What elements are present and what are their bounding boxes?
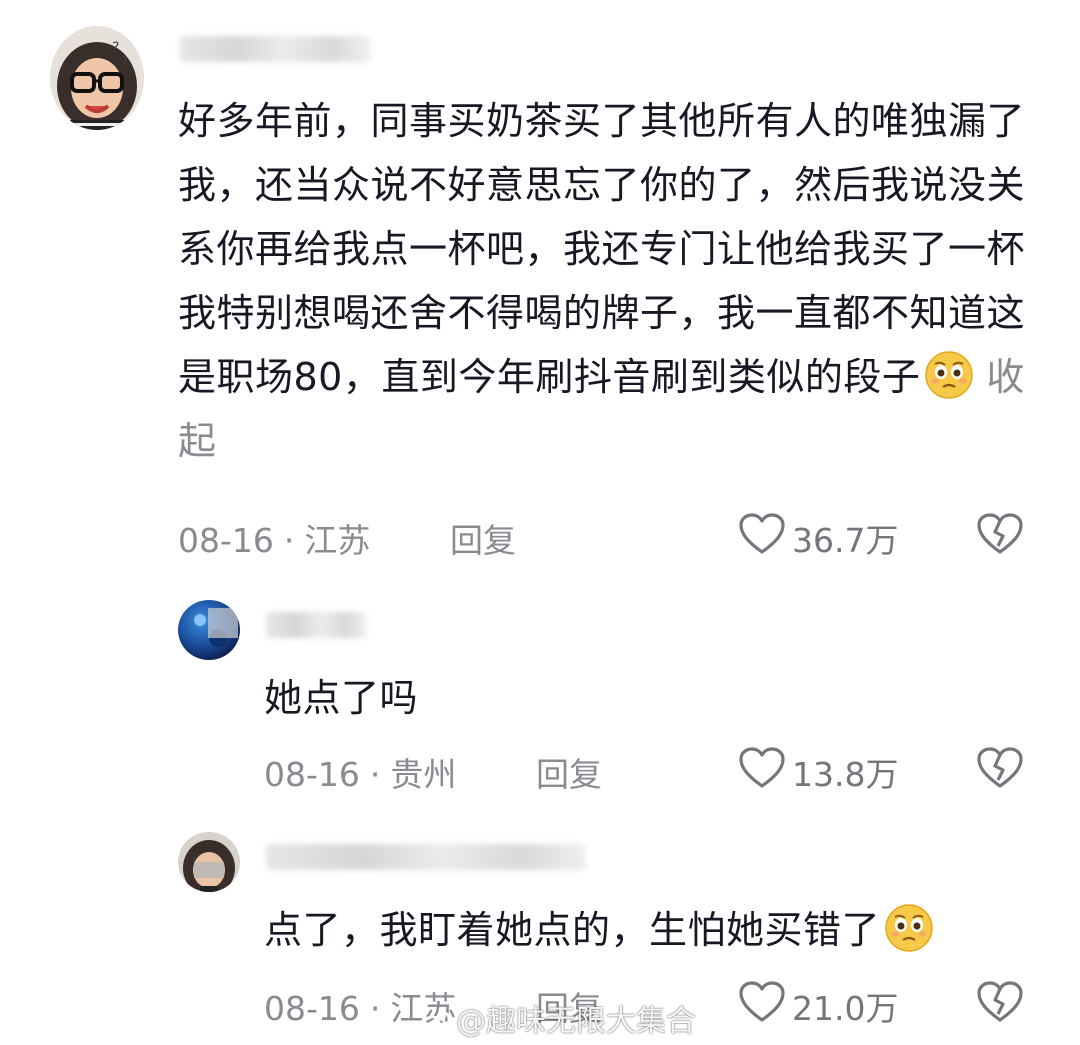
comment-date: 08-16 <box>178 521 274 560</box>
like-count: 21.0万 <box>792 989 899 1028</box>
dislike-button[interactable] <box>976 980 1024 1028</box>
comment-meta: 08-16 · 贵州 <box>264 748 456 796</box>
heart-outline-icon <box>738 512 792 564</box>
comment-date: 08-16 <box>264 755 360 794</box>
comment-text: 她点了吗 <box>264 676 419 720</box>
pleading-face-emoji <box>884 903 934 953</box>
watermark-text: @趣味无限大集合 <box>456 1004 696 1039</box>
svg-text:?: ? <box>122 54 128 67</box>
like-count: 13.8万 <box>792 755 899 794</box>
reply-button[interactable]: 回复 <box>450 514 516 562</box>
dislike-button[interactable] <box>976 512 1024 560</box>
like-count: 36.7万 <box>792 521 899 560</box>
username[interactable] <box>180 36 370 62</box>
comment-meta: 08-16 · 江苏 <box>178 514 370 562</box>
svg-text:?: ? <box>112 40 119 56</box>
like-button[interactable]: 21.0万 <box>738 980 898 1032</box>
like-button[interactable]: 36.7万 <box>738 512 898 564</box>
meta-separator: · <box>369 755 381 794</box>
avatar[interactable] <box>178 600 240 660</box>
comment-text-body: 点了，我盯着她点的，生怕她买错了 <box>264 908 881 952</box>
comment-date: 08-16 <box>264 989 360 1028</box>
comment-location: 贵州 <box>390 755 457 794</box>
meta-separator: · <box>283 521 295 560</box>
reply-button[interactable]: 回复 <box>536 748 602 796</box>
broken-heart-icon <box>976 747 1024 794</box>
pleading-face-emoji <box>924 350 974 400</box>
meta-separator: · <box>369 989 381 1028</box>
watermark: @趣味无限大集合 <box>418 996 696 1045</box>
comment-location: 江苏 <box>304 521 371 560</box>
broken-heart-icon <box>976 513 1024 560</box>
dislike-button[interactable] <box>976 746 1024 794</box>
avatar[interactable] <box>178 832 240 892</box>
comment-text: 点了，我盯着她点的，生怕她买错了 <box>264 898 934 962</box>
broken-heart-icon <box>976 981 1024 1028</box>
comment-text: 好多年前，同事买奶茶买了其他所有人的唯独漏了我，还当众说不好意思忘了你的了，然后… <box>178 89 1028 473</box>
like-button[interactable]: 13.8万 <box>738 746 898 798</box>
heart-outline-icon <box>738 746 792 798</box>
username[interactable] <box>266 844 586 870</box>
heart-outline-icon <box>738 980 792 1032</box>
comment-text-body: 好多年前，同事买奶茶买了其他所有人的唯独漏了我，还当众说不好意思忘了你的了，然后… <box>178 99 1026 399</box>
weibo-logo-icon <box>418 1009 452 1045</box>
username[interactable] <box>266 612 366 638</box>
avatar[interactable]: ? ? <box>50 26 144 130</box>
